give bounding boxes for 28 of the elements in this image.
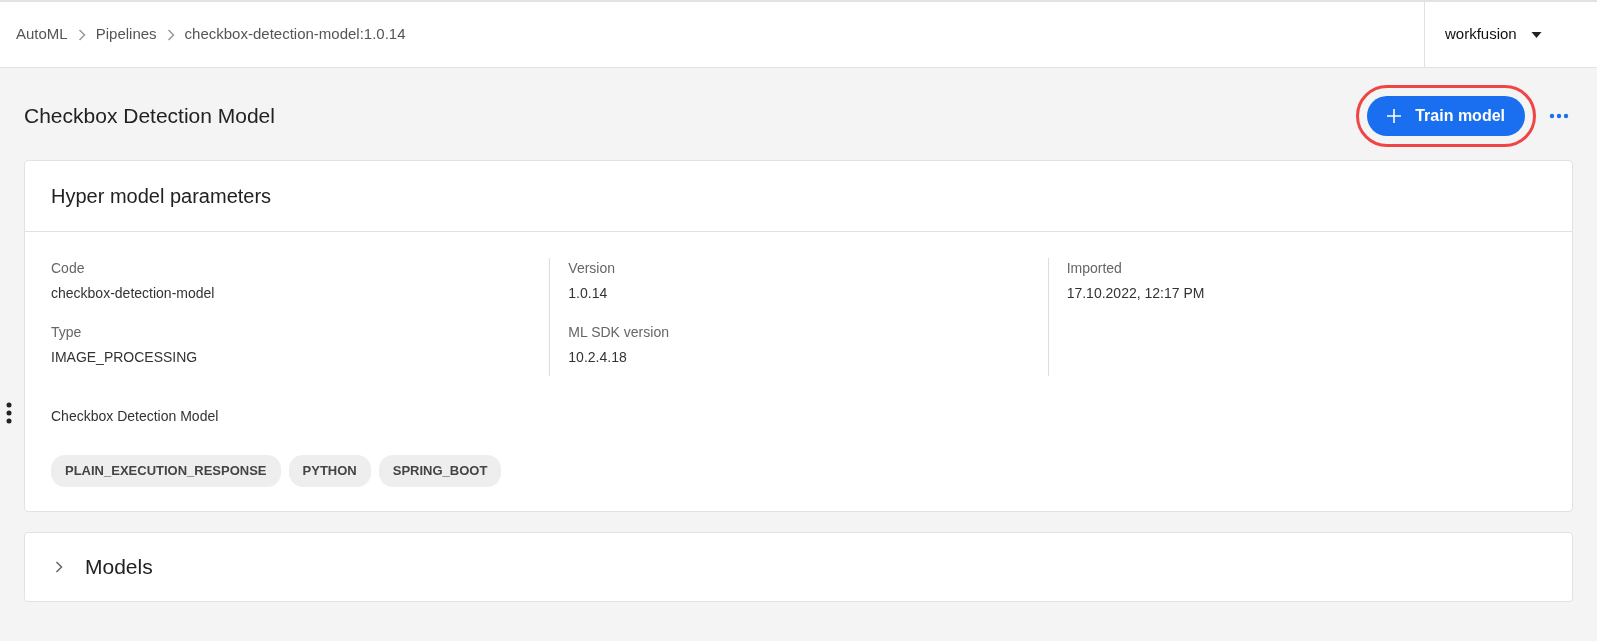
- chevron-icon: [55, 560, 63, 573]
- breadcrumb-link[interactable]: AutoML: [16, 23, 68, 46]
- tag-chip: PLAIN_EXECUTION_RESPONSE: [51, 455, 281, 487]
- field-label: Type: [51, 323, 83, 342]
- field-label: Code: [51, 259, 86, 278]
- chevron-right-icon: [166, 28, 175, 41]
- section-title: Models: [85, 553, 153, 580]
- tag-chip: SPRING_BOOT: [378, 455, 502, 487]
- tag-chip: PYTHON: [288, 455, 371, 487]
- chevron-right-icon: [77, 28, 86, 41]
- plus-icon: [1387, 109, 1402, 123]
- card-title: Hyper model parameters: [25, 161, 1572, 232]
- field-label: Imported: [1066, 259, 1123, 278]
- drag-handle-icon[interactable]: [6, 402, 12, 424]
- more-options-icon[interactable]: [1549, 113, 1569, 119]
- field-label: ML SDK version: [568, 323, 670, 342]
- field-value: 10.2.4.18: [568, 348, 628, 367]
- field-label: Version: [568, 259, 617, 278]
- field-value: IMAGE_PROCESSING: [51, 348, 199, 367]
- field-value: 1.0.14: [568, 284, 609, 303]
- description-text: Checkbox Detection Model: [51, 407, 220, 426]
- page-title: Checkbox Detection Model: [24, 103, 275, 129]
- models-section[interactable]: Models: [24, 531, 1573, 602]
- field-value: 17.10.2022, 12:17 PM: [1066, 284, 1206, 303]
- account-dropdown[interactable]: workfusion: [1424, 2, 1597, 67]
- field-value: checkbox-detection-model: [51, 284, 216, 303]
- caret-down-icon: [1530, 31, 1542, 38]
- breadcrumb-link[interactable]: Pipelines: [95, 23, 157, 46]
